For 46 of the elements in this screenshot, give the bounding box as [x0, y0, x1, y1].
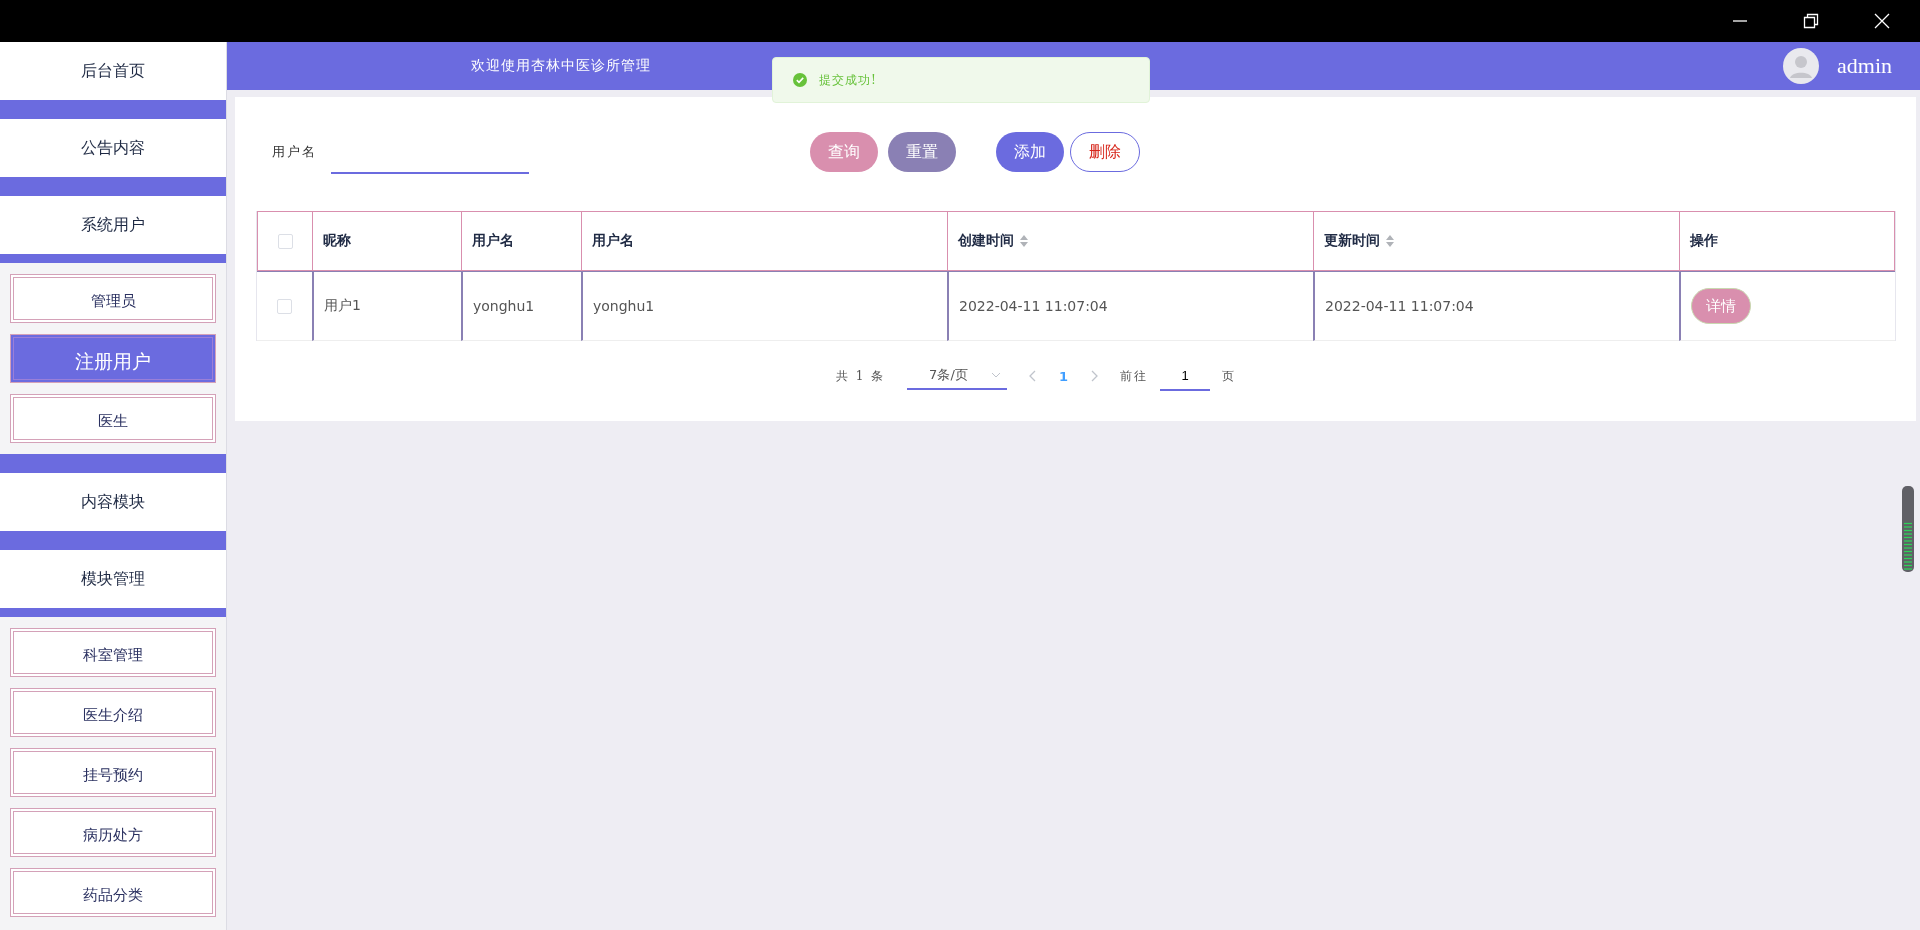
goto-label: 前往	[1120, 367, 1149, 385]
column-header[interactable]: 操作	[1679, 211, 1895, 271]
sidebar-item[interactable]: 内容模块	[0, 473, 226, 531]
restore-icon[interactable]	[1803, 13, 1819, 29]
sidebar-item[interactable]: 公告内容	[0, 119, 226, 177]
add-button[interactable]: 添加	[996, 132, 1064, 172]
chevron-down-icon	[991, 372, 1002, 378]
header-title: 欢迎使用杏林中医诊所管理	[471, 57, 651, 75]
table-cell: yonghu1	[581, 271, 947, 341]
sidebar-subitem[interactable]: 医生介绍	[10, 688, 216, 737]
column-header[interactable]: 用户名	[461, 211, 581, 271]
column-header[interactable]: 更新时间	[1313, 211, 1679, 271]
reset-button[interactable]: 重置	[888, 132, 956, 172]
table-cell: 2022-04-11 11:07:04	[947, 271, 1313, 341]
table-cell: yonghu1	[461, 271, 581, 341]
sidebar-item[interactable]: 系统用户	[0, 196, 226, 254]
sidebar-subitem[interactable]: 管理员	[10, 274, 216, 323]
table-cell: 用户1	[312, 271, 461, 341]
column-header[interactable]: 昵称	[312, 211, 461, 271]
sidebar-subitem[interactable]: 药品分类	[10, 868, 216, 917]
sidebar-subitem[interactable]: 挂号预约	[10, 748, 216, 797]
sort-icon[interactable]	[1386, 235, 1394, 247]
sidebar-subitem[interactable]: 病历处方	[10, 808, 216, 857]
sidebar-subitem[interactable]: 医生	[10, 394, 216, 443]
delete-button[interactable]: 删除	[1070, 132, 1140, 172]
toast-message: 提交成功!	[819, 71, 877, 89]
page-suffix: 页	[1222, 367, 1237, 385]
check-circle-icon	[793, 73, 807, 87]
table-cell: 2022-04-11 11:07:04	[1313, 271, 1679, 341]
column-header[interactable]: 用户名	[581, 211, 947, 271]
row-checkbox[interactable]	[277, 298, 292, 314]
prev-page-icon[interactable]	[1029, 370, 1038, 382]
page-size-select[interactable]: 7条/页	[907, 362, 1008, 390]
search-label: 用户名	[272, 143, 317, 161]
total-count: 共 1 条	[835, 367, 886, 385]
avatar-icon[interactable]	[1783, 48, 1819, 84]
next-page-icon[interactable]	[1090, 370, 1099, 382]
sidebar-subitem[interactable]: 注册用户	[10, 334, 216, 383]
column-header[interactable]: 创建时间	[947, 211, 1313, 271]
close-icon[interactable]	[1874, 13, 1890, 29]
sort-icon[interactable]	[1020, 235, 1028, 247]
select-all-checkbox[interactable]	[277, 233, 293, 249]
sidebar-item[interactable]: 后台首页	[0, 42, 226, 100]
username-label[interactable]: admin	[1837, 53, 1892, 79]
sidebar-item[interactable]: 模块管理	[0, 550, 226, 608]
sidebar-subitem[interactable]: 科室管理	[10, 628, 216, 677]
